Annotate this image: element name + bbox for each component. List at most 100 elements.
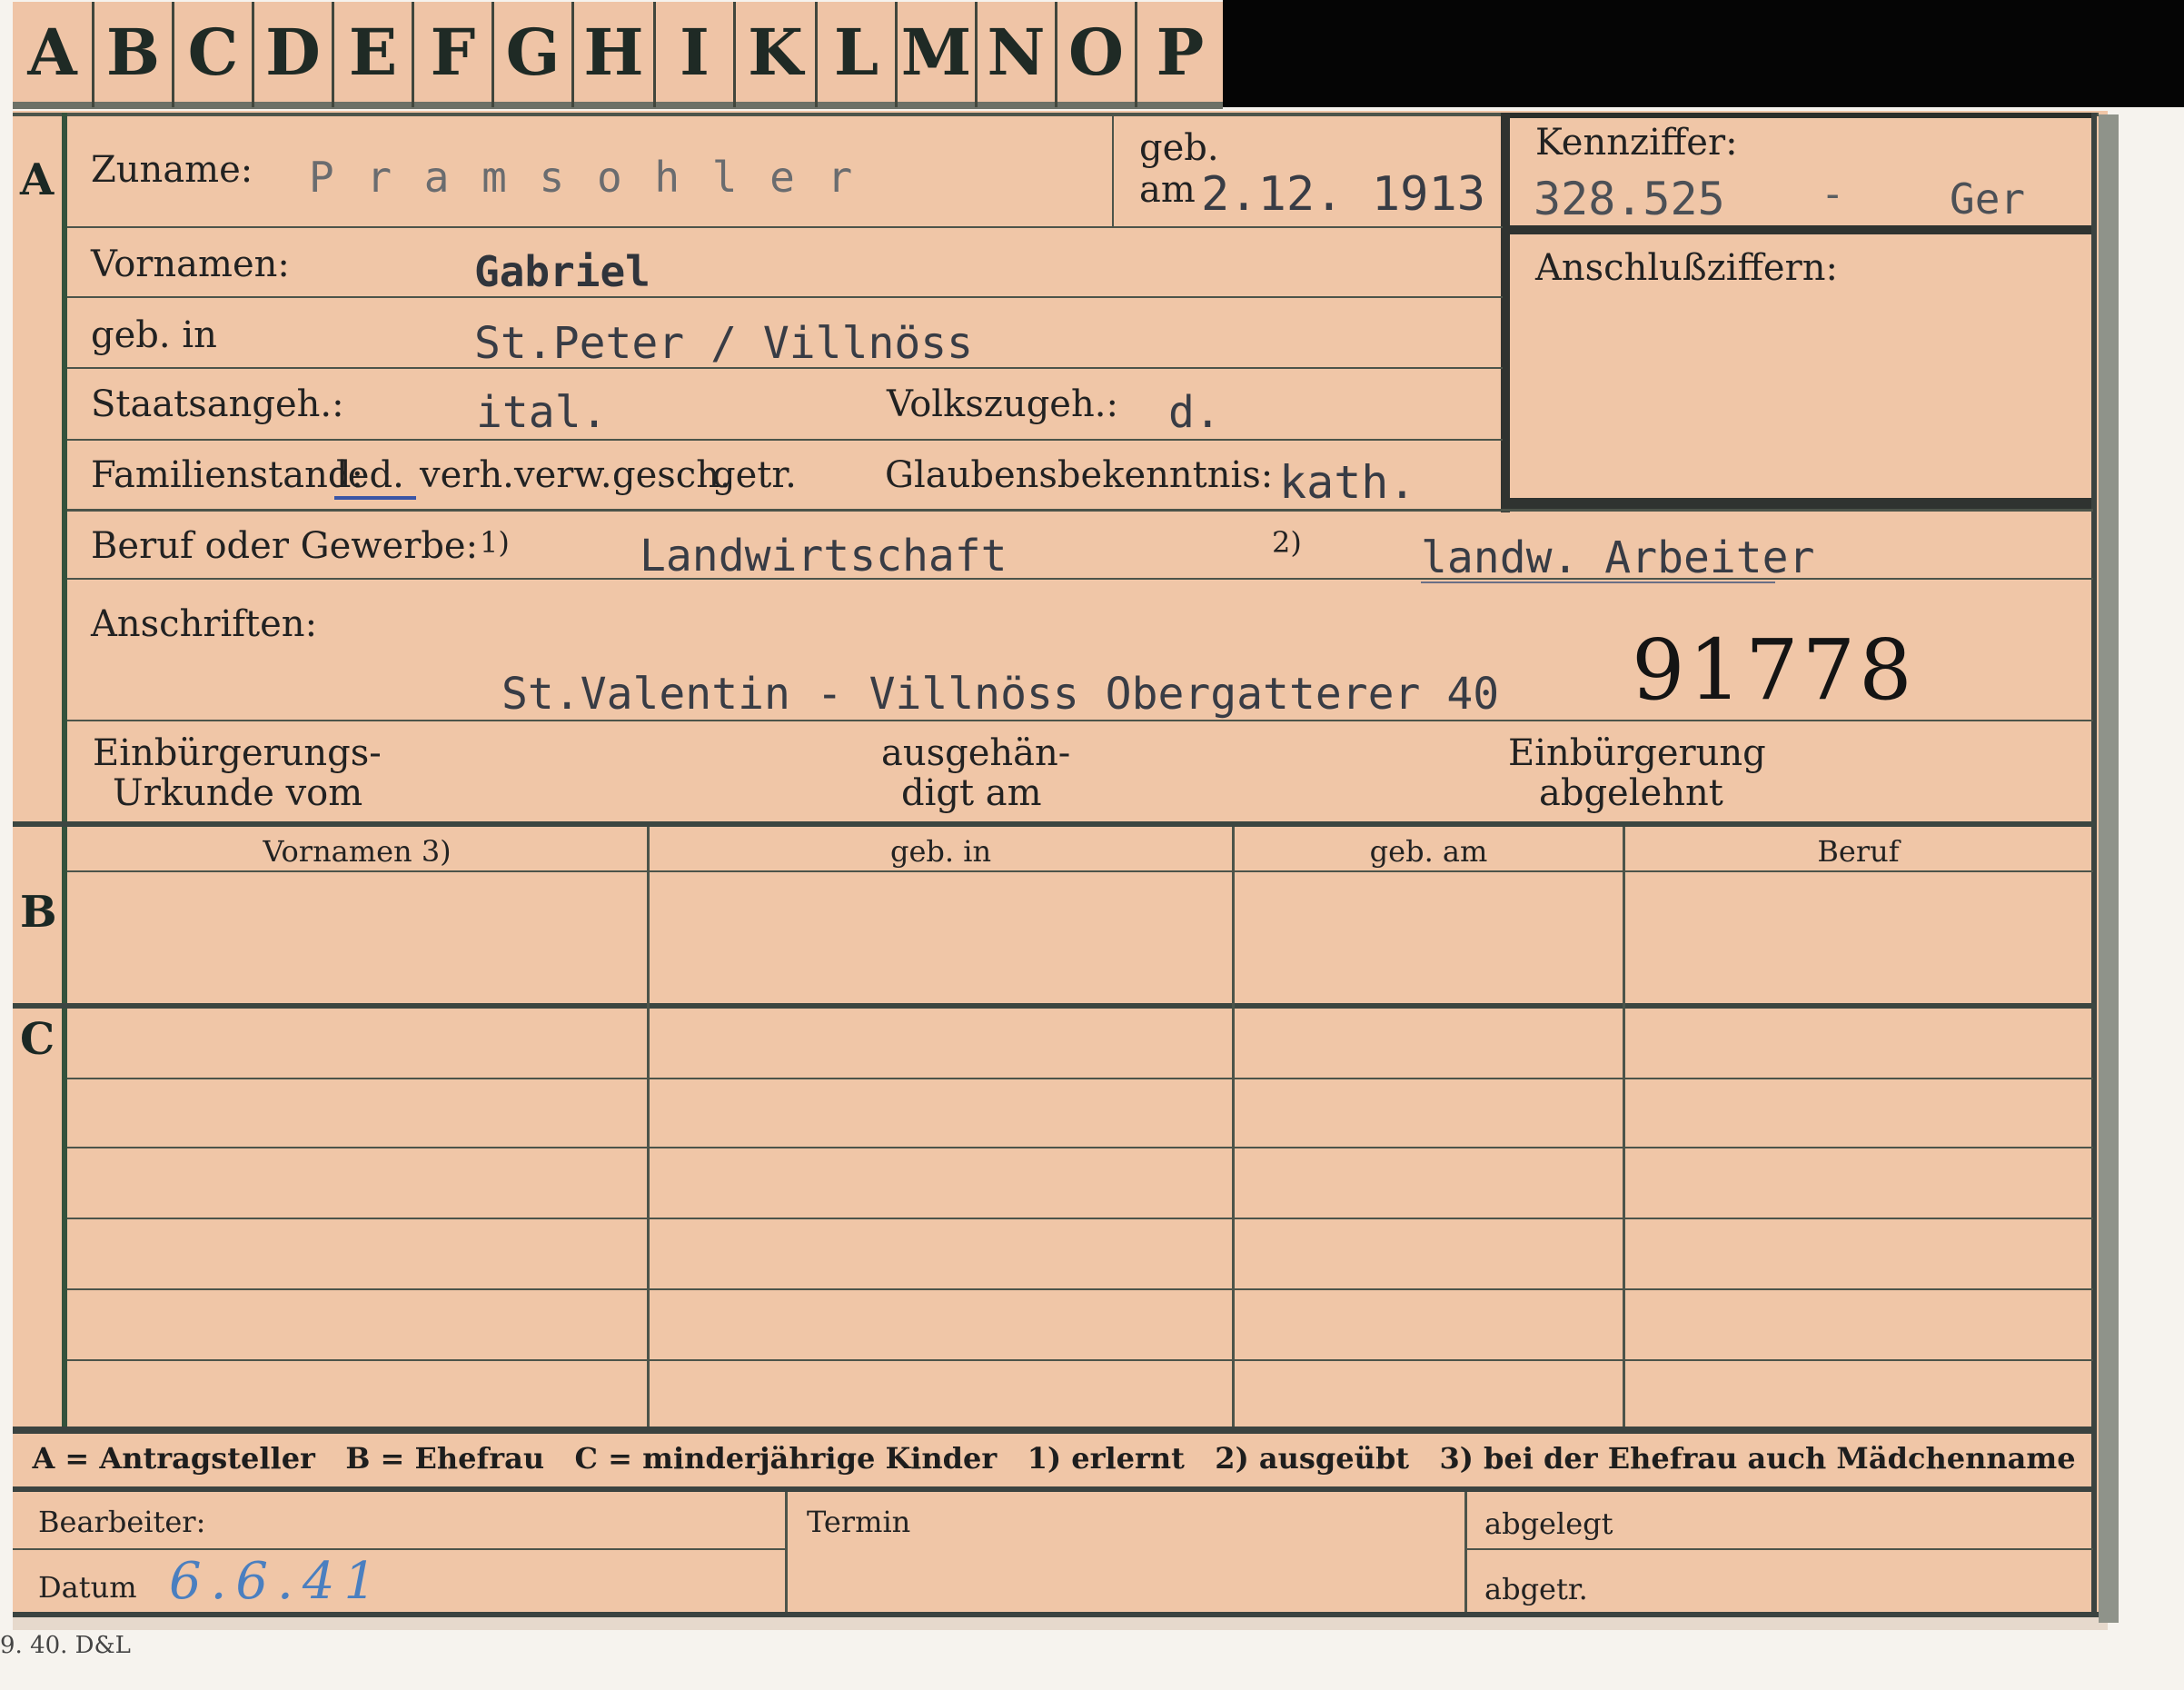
tab-f[interactable]: F — [414, 2, 494, 107]
tab-l[interactable]: L — [818, 2, 898, 107]
table-col-divider — [1623, 827, 1625, 1427]
citizenship-label: Staatsangeh.: — [91, 383, 344, 425]
tab-b[interactable]: B — [94, 2, 174, 107]
marital-option-widowed[interactable]: verw. — [514, 454, 612, 496]
footer-divider — [785, 1492, 788, 1614]
ethnicity-value: d. — [1168, 387, 1221, 438]
date-value: 6.6.41 — [169, 1552, 386, 1611]
marital-status-label: Familienstand: — [91, 454, 363, 496]
tab-letters: A B C D E F G H I K L M N O P — [13, 2, 1223, 107]
table-row-line — [67, 1288, 2093, 1290]
firstname-label: Vornamen: — [91, 244, 290, 285]
row-line — [67, 296, 1503, 298]
frame-right — [2091, 113, 2097, 1614]
marital-option-separated[interactable]: getr. — [712, 454, 797, 496]
section-a-letter: A — [20, 154, 55, 205]
occupation-note-2: 2) — [1272, 525, 1302, 560]
tab-c[interactable]: C — [174, 2, 254, 107]
occupation-label: Beruf oder Gewerbe: — [91, 525, 479, 567]
religion-value: kath. — [1279, 456, 1416, 509]
occupation-underline — [1421, 582, 1775, 583]
tab-o[interactable]: O — [1057, 2, 1137, 107]
table-row-line — [67, 1359, 2093, 1361]
tab-e[interactable]: E — [334, 2, 414, 107]
section-b-top — [13, 821, 2095, 827]
id-box-top — [1503, 113, 2091, 118]
id-number-value: 328.525 — [1534, 173, 1725, 225]
footer-row-line — [1466, 1548, 2093, 1550]
birthplace-label: geb. in — [91, 314, 217, 356]
date-label: Datum — [38, 1570, 137, 1605]
card-edge — [13, 1615, 2108, 1630]
row-line — [67, 226, 1503, 228]
footer-divider — [1464, 1492, 1467, 1614]
section-divider-vertical — [62, 113, 67, 1427]
citizenship-value: ital. — [476, 387, 608, 438]
id-number-label: Kennziffer: — [1535, 122, 1738, 164]
naturalization-deed-label-2: Urkunde vom — [113, 772, 363, 814]
tab-g[interactable]: G — [494, 2, 574, 107]
born-label: geb. — [1139, 127, 1219, 169]
occupation-note-1: 1) — [480, 525, 510, 560]
section-c-letter: C — [20, 1014, 55, 1065]
occupation-learned-value: Landwirtschaft — [640, 531, 1008, 582]
legend-top — [13, 1427, 2095, 1434]
row-line — [67, 509, 2093, 512]
clerk-label: Bearbeiter: — [38, 1505, 206, 1539]
link-numbers-label: Anschlußziffern: — [1535, 247, 1838, 289]
tab-d[interactable]: D — [254, 2, 334, 107]
frame-bottom — [13, 1612, 2099, 1617]
birthdate-value: 2.12. 1913 — [1201, 167, 1486, 222]
occupation-practiced-value: landw. Arbeiter — [1421, 532, 1815, 583]
birthdate-divider — [1112, 116, 1114, 227]
form-number: 9. 40. D&L — [0, 1632, 131, 1659]
ethnicity-label: Volkszugeh.: — [887, 383, 1118, 425]
footer-row-line — [13, 1548, 785, 1550]
id-box-divider — [1510, 225, 2091, 234]
filed-label: abgelegt — [1484, 1506, 1613, 1541]
address-label: Anschriften: — [91, 603, 318, 645]
naturalization-deed-label: Einbürgerungs- — [93, 732, 382, 774]
tab-h[interactable]: H — [574, 2, 656, 107]
id-number-dash: - — [1821, 171, 1845, 217]
tab-n[interactable]: N — [978, 2, 1057, 107]
marital-selected-underline — [334, 496, 416, 500]
stamped-number: 91778 — [1632, 621, 1916, 719]
row-line — [67, 720, 2093, 721]
surname-label: Zuname: — [91, 149, 253, 191]
marital-option-single[interactable]: led. — [336, 454, 404, 496]
address-value: St.Valentin - Villnöss Obergatterer 40 — [501, 669, 1500, 720]
table-row-line — [67, 1218, 2093, 1219]
section-b-letter: B — [20, 887, 57, 938]
tab-p[interactable]: P — [1137, 2, 1223, 107]
col-header-firstnames: Vornamen 3) — [263, 834, 452, 869]
tab-i[interactable]: I — [656, 2, 736, 107]
naturalization-refused-label: Einbürgerung — [1508, 732, 1766, 774]
tab-m[interactable]: M — [898, 2, 978, 107]
deadline-label: Termin — [807, 1505, 911, 1539]
issued-label: ausgehän- — [881, 732, 1071, 774]
naturalization-refused-label-2: abgelehnt — [1539, 772, 1723, 814]
table-col-divider — [1232, 827, 1235, 1427]
tab-a[interactable]: A — [13, 2, 94, 107]
legend-bottom — [13, 1486, 2095, 1492]
tab-k[interactable]: K — [736, 2, 818, 107]
table-row-line — [67, 1147, 2093, 1148]
separated-label: abgetr. — [1484, 1572, 1588, 1606]
table-header-line — [67, 870, 2093, 872]
row-line — [67, 439, 1503, 441]
birthplace-value: St.Peter / Villnöss — [474, 318, 974, 369]
col-header-birthdate: geb. am — [1369, 834, 1488, 869]
legend-text: A = Antragsteller B = Ehefrau C = minder… — [32, 1441, 2076, 1476]
table-row-line — [67, 1078, 2093, 1079]
born-on-label: am — [1139, 169, 1196, 211]
card-right-edge — [2099, 114, 2119, 1623]
religion-label: Glaubensbekenntnis: — [885, 454, 1274, 496]
section-c-top — [13, 1003, 2095, 1009]
surname-value: P r a m s o h l e r — [309, 153, 857, 202]
col-header-occupation: Beruf — [1817, 834, 1900, 869]
marital-option-married[interactable]: verh. — [420, 454, 514, 496]
id-box-left — [1501, 113, 1510, 512]
table-col-divider — [647, 827, 650, 1427]
firstname-value: Gabriel — [474, 247, 650, 296]
